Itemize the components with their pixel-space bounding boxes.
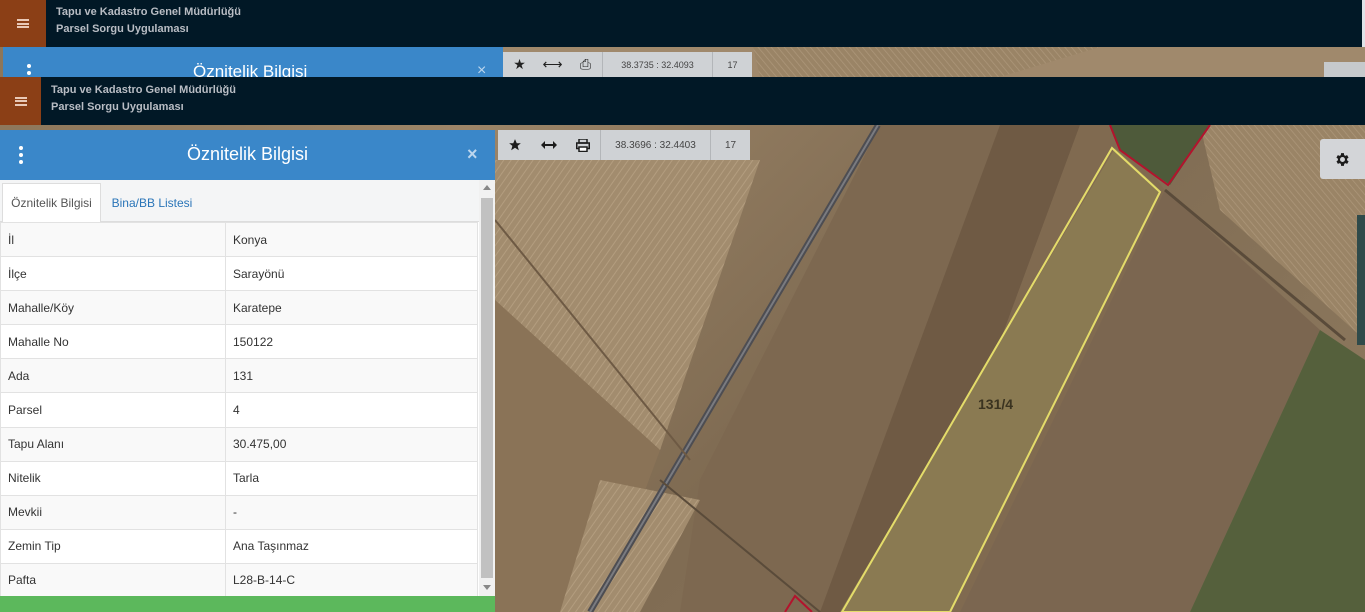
app-title: Tapu ve Kadastro Genel Müdürlüğü Parsel … bbox=[51, 82, 236, 116]
attribute-key: Parsel bbox=[0, 392, 226, 428]
table-row: Nitelik Tarla bbox=[0, 460, 478, 496]
table-row: İlçe Sarayönü bbox=[0, 256, 478, 292]
attribute-key: Tapu Alanı bbox=[0, 426, 226, 462]
attribute-value: Sarayönü bbox=[225, 256, 478, 292]
attribute-value: L28-B-14-C bbox=[225, 562, 478, 599]
table-row: Mahalle/Köy Karatepe bbox=[0, 290, 478, 326]
scroll-down-icon[interactable] bbox=[483, 585, 491, 590]
arrows-horizontal-icon[interactable]: ⟷ bbox=[536, 52, 569, 77]
attribute-value: 150122 bbox=[225, 324, 478, 360]
attribute-key: Zemin Tip bbox=[0, 528, 226, 564]
star-icon[interactable] bbox=[498, 130, 532, 160]
attribute-value: Tarla bbox=[225, 460, 478, 496]
panel-title-back: Öznitelik Bilgisi bbox=[193, 62, 308, 77]
print-icon[interactable]: ⎙ bbox=[569, 52, 602, 77]
panel-title: Öznitelik Bilgisi bbox=[186, 144, 309, 164]
menu-button-back[interactable] bbox=[0, 0, 46, 47]
hamburger-icon bbox=[17, 19, 29, 28]
header-bar-back: Tapu ve Kadastro Genel Müdürlüğü Parsel … bbox=[0, 0, 1365, 47]
attribute-key: Nitelik bbox=[0, 460, 226, 496]
measure-distance-icon[interactable] bbox=[532, 130, 566, 160]
attribute-key: Mahalle No bbox=[0, 324, 226, 360]
kebab-menu-icon[interactable] bbox=[27, 64, 31, 77]
coordinates-readout: 38.3735 : 32.4093 bbox=[602, 52, 712, 77]
table-row: Zemin Tip Ana Taşınmaz bbox=[0, 528, 478, 564]
panel-scrollbar[interactable] bbox=[479, 180, 495, 596]
tab-building-list[interactable]: Bina/BB Listesi bbox=[102, 183, 202, 223]
menu-button[interactable] bbox=[0, 77, 41, 125]
attribute-value: 30.475,00 bbox=[225, 426, 478, 462]
close-icon[interactable]: × bbox=[467, 144, 478, 165]
settings-button-back[interactable] bbox=[1324, 62, 1365, 77]
tab-bar: Öznitelik Bilgisi Bina/BB Listesi bbox=[0, 180, 479, 223]
table-row: Pafta L28-B-14-C bbox=[0, 562, 478, 599]
app-title-line1: Tapu ve Kadastro Genel Müdürlüğü bbox=[56, 6, 241, 18]
attribute-key: Mahalle/Köy bbox=[0, 290, 226, 326]
attribute-value: - bbox=[225, 494, 478, 530]
table-row: Tapu Alanı 30.475,00 bbox=[0, 426, 478, 462]
coordinates-readout: 38.3696 : 32.4403 bbox=[600, 130, 710, 160]
map-toolbar: 38.3696 : 32.4403 17 bbox=[498, 130, 750, 160]
panel-footer-bar bbox=[0, 596, 495, 612]
app-title-line1: Tapu ve Kadastro Genel Müdürlüğü bbox=[51, 84, 236, 96]
app-title-line2: Parsel Sorgu Uygulaması bbox=[51, 101, 184, 113]
close-icon[interactable]: × bbox=[477, 62, 486, 77]
attribute-key: Mevkii bbox=[0, 494, 226, 530]
table-row: Parsel 4 bbox=[0, 392, 478, 428]
attribute-value: Konya bbox=[225, 221, 478, 258]
attribute-value: Ana Taşınmaz bbox=[225, 528, 478, 564]
attribute-value: 131 bbox=[225, 358, 478, 394]
attribute-value: 4 bbox=[225, 392, 478, 428]
parcel-label[interactable]: 131/4 bbox=[978, 396, 1013, 412]
panel-header: Öznitelik Bilgisi × bbox=[0, 130, 495, 180]
map-toolbar-back: ★ ⟷ ⎙ 38.3735 : 32.4093 17 bbox=[503, 52, 752, 77]
panel-header-back: Öznitelik Bilgisi × bbox=[3, 47, 503, 77]
attribute-table: İl Konya İlçe Sarayönü Mahalle/Köy Karatepe… bbox=[0, 221, 478, 599]
print-icon[interactable] bbox=[566, 130, 600, 160]
table-row: Mevkii - bbox=[0, 494, 478, 530]
table-row: İl Konya bbox=[0, 221, 478, 258]
zoom-level: 17 bbox=[710, 130, 750, 160]
tab-attribute-info[interactable]: Öznitelik Bilgisi bbox=[2, 183, 101, 223]
header-bar: Tapu ve Kadastro Genel Müdürlüğü Parsel … bbox=[0, 77, 1365, 125]
attribute-key: Pafta bbox=[0, 562, 226, 599]
star-icon[interactable]: ★ bbox=[503, 52, 536, 77]
attribute-key: İl bbox=[0, 221, 226, 258]
settings-button[interactable] bbox=[1320, 139, 1365, 179]
zoom-level: 17 bbox=[712, 52, 752, 77]
table-row: Mahalle No 150122 bbox=[0, 324, 478, 360]
scrollbar-thumb[interactable] bbox=[481, 198, 493, 578]
gear-icon bbox=[1336, 152, 1349, 166]
attribute-key: Ada bbox=[0, 358, 226, 394]
table-row: Ada 131 bbox=[0, 358, 478, 394]
attribute-panel: Öznitelik Bilgisi × Öznitelik Bilgisi Bi… bbox=[0, 130, 495, 612]
app-title-line2: Parsel Sorgu Uygulaması bbox=[56, 23, 189, 35]
attribute-value: Karatepe bbox=[225, 290, 478, 326]
attribute-key: İlçe bbox=[0, 256, 226, 292]
app-title-back: Tapu ve Kadastro Genel Müdürlüğü Parsel … bbox=[56, 4, 241, 38]
scroll-up-icon[interactable] bbox=[483, 185, 491, 190]
hamburger-icon bbox=[14, 96, 27, 106]
